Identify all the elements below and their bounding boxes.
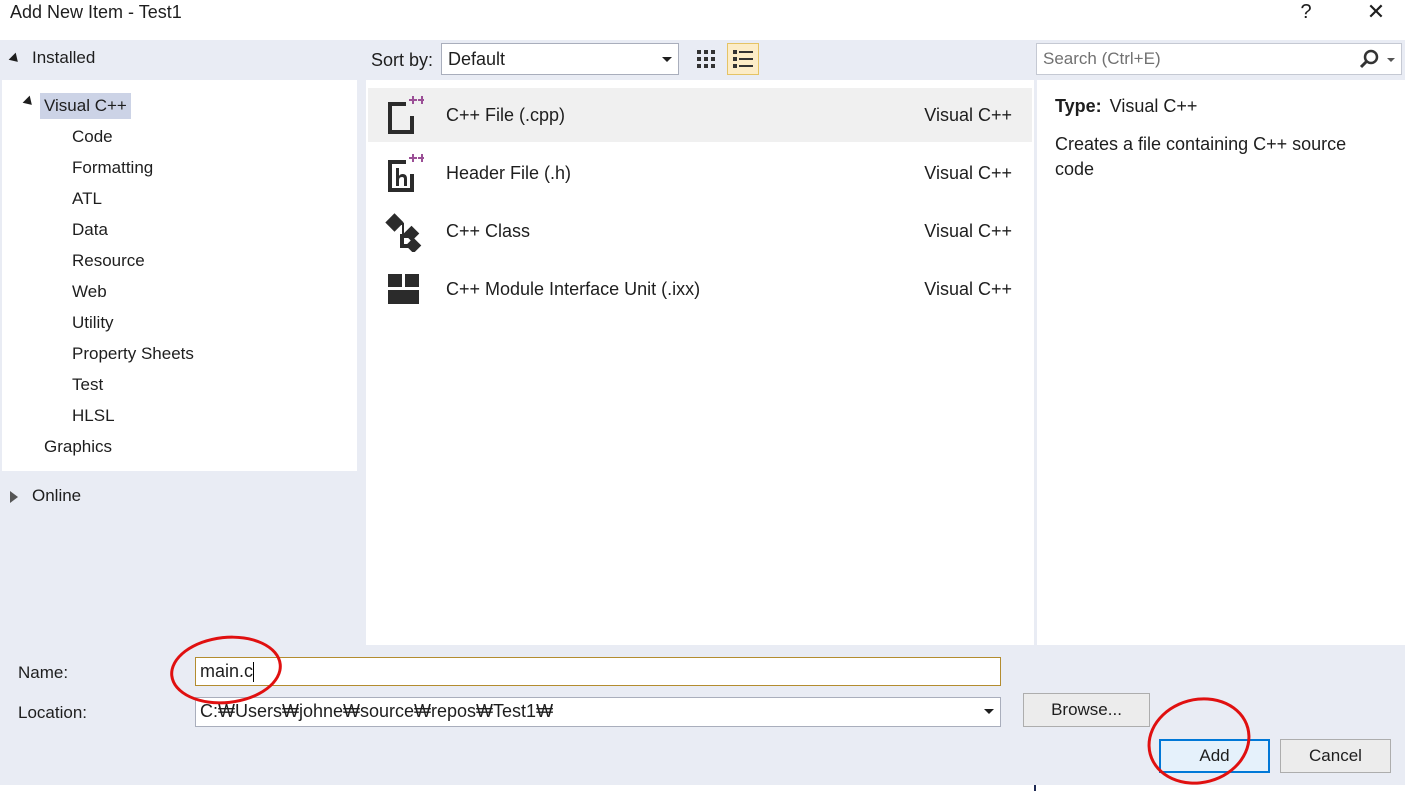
tree-item-utility[interactable]: Utility — [68, 310, 118, 336]
cpp-class-icon — [385, 213, 422, 252]
template-language: Visual C++ — [924, 105, 1012, 125]
add-new-item-dialog: Add New Item - Test1 ? ✕ Installed Visua… — [0, 0, 1405, 796]
tree-item-hlsl[interactable]: HLSL — [68, 403, 119, 429]
module-icon — [388, 274, 419, 304]
template-list: C++ File (.cpp) Visual C++ Header File (… — [366, 80, 1034, 645]
tree-item-code[interactable]: Code — [68, 124, 117, 150]
list-view-icon — [733, 50, 753, 68]
tree-item-web[interactable]: Web — [68, 279, 111, 305]
type-value: Visual C++ — [1109, 96, 1198, 116]
template-language: Visual C++ — [924, 221, 1012, 241]
cancel-button[interactable]: Cancel — [1280, 739, 1391, 773]
template-row-cpp-class[interactable]: C++ Class Visual C++ — [368, 204, 1032, 258]
description-type: Type: Visual C++ — [1055, 96, 1197, 117]
online-label: Online — [32, 486, 82, 505]
collapsed-arrow-icon — [10, 490, 18, 503]
text-cursor — [253, 662, 255, 683]
type-label: Type: — [1055, 96, 1102, 116]
template-row-module-interface[interactable]: C++ Module Interface Unit (.ixx) Visual … — [368, 262, 1032, 316]
template-name: C++ Class — [446, 221, 531, 241]
sort-by-label: Sort by: — [371, 50, 434, 70]
template-name: C++ Module Interface Unit (.ixx) — [446, 279, 701, 299]
expanded-arrow-icon[interactable] — [22, 95, 36, 109]
name-field-value: main.c — [200, 661, 254, 681]
template-row-header-file[interactable]: Header File (.h) Visual C++ — [368, 146, 1032, 200]
chevron-down-icon — [1387, 58, 1395, 62]
search-placeholder: Search (Ctrl+E) — [1043, 49, 1161, 68]
add-button[interactable]: Add — [1159, 739, 1270, 773]
tree-item-graphics[interactable]: Graphics — [40, 434, 116, 460]
search-icon — [1359, 49, 1379, 69]
template-name: Header File (.h) — [446, 163, 572, 183]
tree-item-resource[interactable]: Resource — [68, 248, 149, 274]
chevron-down-icon[interactable] — [984, 709, 994, 714]
template-row-cpp-file[interactable]: C++ File (.cpp) Visual C++ — [368, 88, 1032, 142]
cpp-file-icon — [388, 96, 424, 134]
name-field[interactable]: main.c — [195, 657, 1001, 686]
tree-installed[interactable]: Installed — [8, 48, 96, 68]
category-tree: Visual C++ Code Formatting ATL Data Reso… — [2, 80, 357, 471]
sort-by-value: Default — [448, 49, 506, 69]
header-file-icon — [388, 154, 424, 192]
tree-online[interactable]: Online — [10, 486, 81, 506]
chevron-down-icon — [662, 57, 672, 62]
window-title: Add New Item - Test1 — [10, 2, 182, 22]
tree-item-test[interactable]: Test — [68, 372, 107, 398]
title-bar: Add New Item - Test1 ? ✕ — [0, 0, 1405, 40]
location-label: Location: — [18, 703, 87, 722]
location-field[interactable]: C:₩Users₩johne₩source₩repos₩Test1₩ — [195, 697, 1001, 727]
name-label: Name: — [18, 663, 69, 682]
template-name: C++ File (.cpp) — [446, 105, 566, 125]
help-button[interactable]: ? — [1286, 0, 1326, 28]
browse-button[interactable]: Browse... — [1023, 693, 1150, 727]
tree-item-visual-cpp[interactable]: Visual C++ — [40, 93, 131, 119]
description-text: Creates a file containing C++ source cod… — [1055, 134, 1347, 179]
expanded-arrow-icon — [8, 52, 22, 65]
tree-item-atl[interactable]: ATL — [68, 186, 106, 212]
close-button[interactable]: ✕ — [1356, 0, 1396, 28]
tree-item-data[interactable]: Data — [68, 217, 112, 243]
small-icons-view-button[interactable] — [690, 43, 722, 75]
description-panel: Type: Visual C++ Creates a file containin… — [1037, 80, 1405, 645]
tree-item-property-sheets[interactable]: Property Sheets — [68, 341, 198, 367]
template-language: Visual C++ — [924, 279, 1012, 299]
template-language: Visual C++ — [924, 163, 1012, 183]
installed-label: Installed — [32, 48, 96, 67]
location-field-value: C:₩Users₩johne₩source₩repos₩Test1₩ — [200, 701, 554, 721]
tree-item-formatting[interactable]: Formatting — [68, 155, 157, 181]
list-view-button[interactable] — [727, 43, 759, 75]
sort-by-select[interactable]: Default — [441, 43, 679, 75]
search-input[interactable]: Search (Ctrl+E) — [1036, 43, 1402, 75]
grid-view-icon — [697, 50, 715, 68]
background-strip — [1034, 785, 1036, 791]
